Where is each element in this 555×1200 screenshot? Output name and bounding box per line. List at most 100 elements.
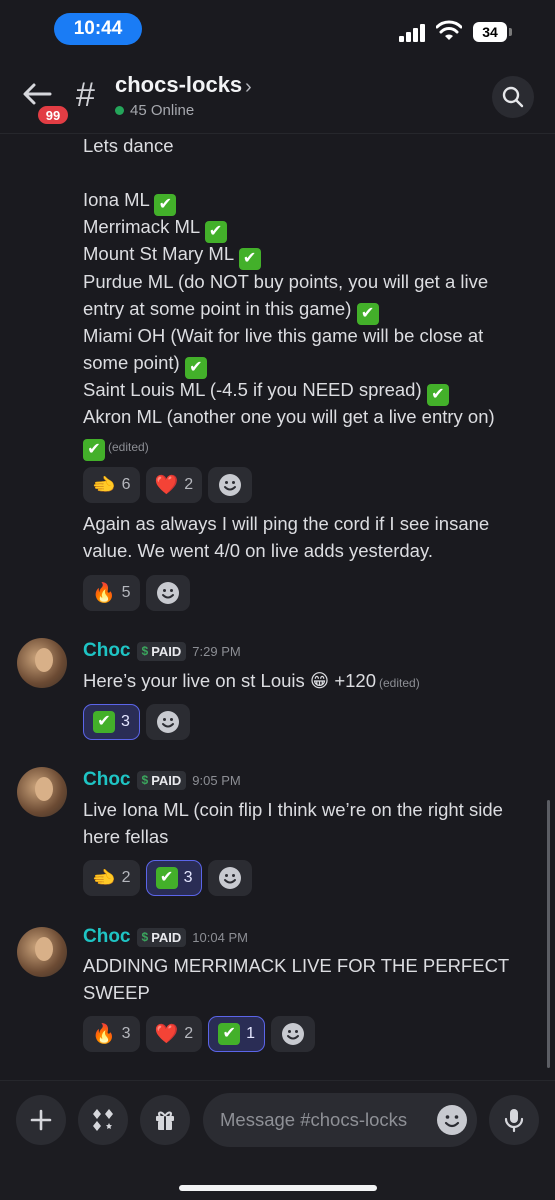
message-line: ADDINNG MERRIMACK LIVE FOR THE PERFECT: [83, 955, 510, 976]
reaction-count: 3: [183, 869, 193, 886]
message-line: Purdue ML (do NOT buy points, you will g…: [83, 271, 489, 292]
check-emoji-icon: ✔: [238, 248, 261, 270]
message-line: Mount St Mary ML ✔: [83, 240, 261, 270]
reaction-pill-selected[interactable]: ✔ 3: [83, 704, 140, 740]
battery-icon: 34: [473, 22, 507, 42]
author-name[interactable]: Choc: [83, 769, 131, 791]
reaction-pill[interactable]: ❤️ 2: [145, 467, 203, 503]
author-name[interactable]: Choc: [83, 640, 131, 662]
message-line: Lets dance: [83, 135, 174, 156]
arrow-left-icon[interactable]: [22, 82, 52, 106]
money-icon: $: [141, 930, 149, 944]
emoji-icon: [438, 1106, 466, 1134]
message-line: value. We went 4/0 on live adds yesterda…: [83, 540, 433, 561]
message-line: here fellas: [83, 826, 169, 847]
timestamp: 9:05 PM: [192, 772, 241, 788]
heart-emoji-icon: ❤️: [154, 1023, 179, 1045]
message-input-placeholder: Message #chocs-locks: [220, 1109, 408, 1130]
grin-emoji-icon: 😁: [309, 670, 330, 691]
chevron-right-icon[interactable]: ›: [245, 76, 252, 99]
reaction-count: 3: [121, 1025, 131, 1042]
online-dot-icon: [115, 106, 124, 115]
check-emoji-icon: ✔: [218, 1023, 241, 1045]
reaction-pill[interactable]: 🔥 3: [83, 1016, 140, 1052]
search-icon: [502, 86, 524, 108]
reaction-row: 🔥 5: [83, 575, 190, 611]
fire-emoji-icon: 🔥: [92, 1023, 116, 1045]
message-line: Iona ML ✔: [83, 186, 177, 216]
reaction-pill[interactable]: 🔥 5: [83, 575, 140, 611]
scrollbar[interactable]: [547, 800, 550, 1068]
heart-emoji-icon: ❤️: [154, 474, 179, 496]
message-header: Choc $ PAID 7:29 PM: [83, 640, 241, 662]
reaction-row: 🫲 2 ✔ 3: [83, 860, 253, 896]
reaction-row: 🔥 3 ❤️ 2 ✔ 1: [83, 1016, 316, 1052]
reaction-pill[interactable]: ❤️ 2: [145, 1016, 203, 1052]
edited-label: (edited): [379, 676, 420, 690]
role-tag[interactable]: $ PAID: [136, 641, 187, 661]
author-name[interactable]: Choc: [83, 926, 131, 948]
timestamp: 7:29 PM: [192, 643, 241, 659]
message-line: Here’s your live on st Louis 😁 +120 (edit…: [83, 670, 420, 691]
gift-button[interactable]: [140, 1095, 190, 1145]
reaction-pill[interactable]: 🫲 6: [83, 467, 140, 503]
emoji-icon: [156, 711, 179, 733]
reaction-count: 5: [121, 584, 131, 601]
message-line: ✔ (edited): [83, 431, 149, 461]
reaction-count: 3: [121, 713, 130, 730]
plus-icon: [30, 1109, 52, 1131]
message-line: Miami OH (Wait for live this game will b…: [83, 325, 484, 346]
microphone-icon: [504, 1109, 524, 1133]
add-reaction-button[interactable]: [271, 1016, 316, 1052]
reaction-count: 1: [246, 1025, 256, 1042]
reaction-count: 2: [184, 1025, 194, 1042]
cellular-signal-icon: [399, 24, 425, 42]
reaction-pill-selected[interactable]: ✔ 1: [208, 1016, 266, 1052]
gift-icon: [156, 1111, 174, 1130]
edited-label: (edited): [108, 440, 149, 454]
online-count: 45 Online: [115, 102, 194, 119]
check-emoji-icon: ✔: [155, 867, 178, 889]
search-button[interactable]: [492, 76, 534, 118]
message-line: Akron ML (another one you will get a liv…: [83, 406, 495, 427]
avatar[interactable]: [17, 927, 67, 977]
reaction-count: 2: [184, 476, 194, 493]
reaction-pill-selected[interactable]: ✔ 3: [145, 860, 203, 896]
avatar[interactable]: [17, 638, 67, 688]
emoji-picker-button[interactable]: [437, 1105, 467, 1135]
status-time: 10:44: [54, 13, 142, 45]
add-reaction-button[interactable]: [145, 704, 190, 740]
add-attachment-button[interactable]: [16, 1095, 66, 1145]
fire-emoji-icon: 🔥: [92, 582, 116, 604]
emoji-icon: [219, 867, 242, 889]
hash-icon: #: [76, 76, 95, 114]
check-emoji-icon: ✔: [93, 711, 115, 733]
channel-title[interactable]: chocs-locks: [115, 72, 242, 98]
avatar[interactable]: [17, 767, 67, 817]
voice-message-button[interactable]: [489, 1095, 539, 1145]
role-tag[interactable]: $ PAID: [136, 770, 187, 790]
check-emoji-icon: ✔: [83, 439, 105, 461]
channel-header: 99 # chocs-locks › 45 Online: [0, 62, 555, 134]
apps-button[interactable]: [78, 1095, 128, 1145]
reaction-pill[interactable]: 🫲 2: [83, 860, 140, 896]
emoji-icon: [156, 582, 179, 604]
home-indicator[interactable]: [179, 1185, 377, 1191]
role-tag[interactable]: $ PAID: [136, 927, 187, 947]
online-text: 45 Online: [130, 102, 195, 119]
add-reaction-button[interactable]: [145, 575, 190, 611]
message-line: entry at some point in this game) ✔: [83, 295, 379, 325]
money-icon: $: [141, 644, 149, 658]
emoji-icon: [219, 474, 242, 496]
message-header: Choc $ PAID 10:04 PM: [83, 926, 248, 948]
reaction-row: 🫲 6 ❤️ 2: [83, 467, 253, 503]
emoji-icon: [282, 1023, 305, 1045]
message-line: SWEEP: [83, 982, 150, 1003]
money-icon: $: [141, 773, 149, 787]
add-reaction-button[interactable]: [208, 467, 253, 503]
status-bar: 10:44 34: [0, 0, 555, 62]
add-reaction-button[interactable]: [208, 860, 253, 896]
reaction-row: ✔ 3: [83, 704, 190, 740]
message-input[interactable]: Message #chocs-locks: [203, 1093, 477, 1147]
unread-badge: 99: [36, 104, 70, 126]
